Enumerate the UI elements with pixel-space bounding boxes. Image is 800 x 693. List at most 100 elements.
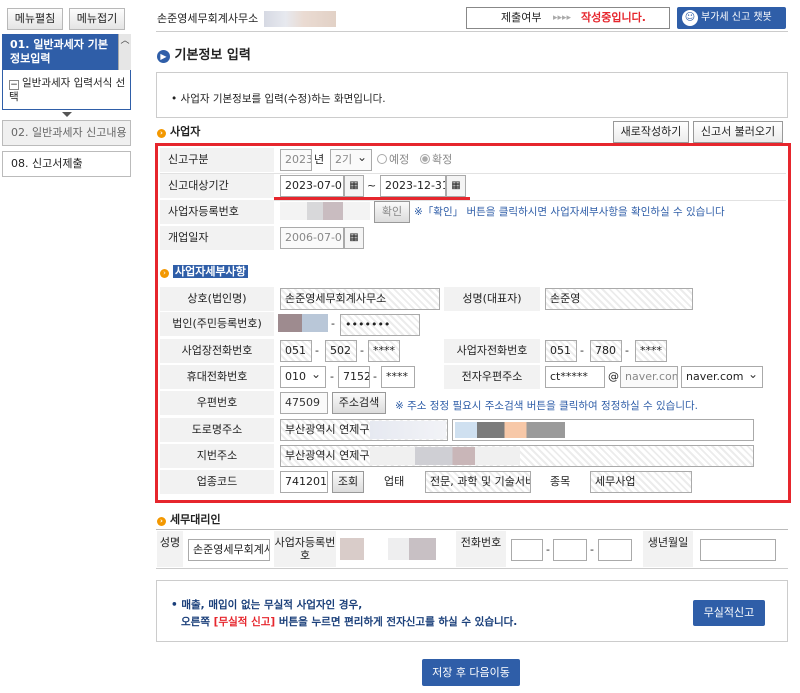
agent-phone-1[interactable]	[511, 539, 543, 561]
menu-collapse-button[interactable]: 메뉴접기	[69, 8, 125, 30]
mobile-prefix-value: 010	[285, 370, 306, 383]
arrow-right-icon: ▶	[157, 50, 170, 63]
corp-no-tail-input[interactable]: •••••••	[340, 314, 420, 336]
status-label: 제출여부	[501, 11, 542, 24]
status-arrows: ▸▸▸▸	[553, 13, 572, 23]
dash: -	[546, 543, 550, 556]
mobile-2[interactable]: 7152	[338, 366, 370, 388]
radio-final[interactable]: 확정	[420, 149, 452, 171]
dash: -	[330, 370, 334, 383]
office-name: 손준영세무회계사무소	[157, 12, 259, 25]
start-date-input[interactable]: 2023-07-01	[280, 175, 344, 197]
period-select[interactable]: 2기	[330, 149, 372, 171]
corp-no-label: 법인(주민등록번호)	[160, 312, 274, 336]
save-next-button[interactable]: 저장 후 다음이동	[422, 659, 520, 686]
agent-reg-label: 사업자등록번호	[274, 531, 336, 567]
dash: -	[331, 317, 335, 330]
bullet-icon: ›	[157, 129, 166, 138]
bullet-icon: ›	[157, 517, 166, 526]
section-agent: › 세무대리인	[157, 509, 221, 531]
open-date-input[interactable]: 2006-07-01	[280, 227, 344, 249]
agent-top-line	[156, 529, 788, 530]
dash: -	[625, 344, 629, 357]
chevron-up-icon: ︿	[120, 36, 130, 46]
masked-corp-no	[278, 314, 328, 332]
info-box: • 사업자 기본정보를 입력(수정)하는 화면입니다.	[156, 72, 788, 118]
no-performance-notice: • 매출, 매입이 없는 무실적 사업자인 경우, 오른쪽 [무실적 신고] 버…	[156, 580, 788, 642]
biz-phone-2[interactable]: 502	[325, 340, 357, 362]
lot-address-label: 지번주소	[160, 444, 274, 468]
year-field[interactable]: 2023	[280, 149, 312, 171]
email-id-input[interactable]: ct*****	[545, 366, 605, 388]
email-domain-select[interactable]: naver.com	[681, 366, 763, 388]
calendar-icon[interactable]: ▦	[344, 175, 364, 197]
agent-phone-label: 전화번호	[456, 531, 506, 567]
calendar-icon[interactable]: ▦	[344, 227, 364, 249]
email-domain-input[interactable]: naver.com	[620, 366, 678, 388]
report-type-label: 신고구분	[160, 148, 274, 172]
zip-input[interactable]: 47509	[280, 392, 328, 414]
sidebar-item-submit[interactable]: 08. 신고서제출	[2, 151, 131, 177]
op-phone-label: 사업자전화번호	[444, 339, 540, 363]
company-input[interactable]: 손준영세무회계사무소	[280, 288, 440, 310]
end-date-input[interactable]: 2023-12-31	[380, 175, 446, 197]
bullet-icon: ›	[160, 269, 169, 278]
op-phone-3[interactable]: ****	[635, 340, 667, 362]
lookup-button[interactable]: 조회	[332, 471, 364, 493]
sidebar-item-basic-info[interactable]: 01. 일반과세자 기본정보입력	[2, 34, 131, 70]
submission-status: 제출여부 ▸▸▸▸ 작성중입니다.	[466, 7, 670, 29]
status-value: 작성중입니다.	[581, 11, 646, 24]
industry-code-input[interactable]: 741201	[280, 471, 328, 493]
agent-name-input[interactable]: 손준영세무회계사	[188, 539, 270, 561]
date-range-tilde: ~	[367, 179, 377, 192]
calendar-icon[interactable]: ▦	[446, 175, 466, 197]
mobile-3[interactable]: ****	[381, 366, 415, 388]
no-performance-button[interactable]: 무실적신고	[693, 600, 765, 626]
agent-phone-2[interactable]	[553, 539, 587, 561]
dash: -	[360, 344, 364, 357]
menu-expand-button[interactable]: 메뉴펼침	[7, 8, 63, 30]
biz-phone-1[interactable]: 051	[280, 340, 312, 362]
mobile-label: 휴대전화번호	[160, 365, 274, 389]
item-input[interactable]: 세무사업	[590, 471, 692, 493]
radio-preliminary[interactable]: 예정	[377, 149, 409, 171]
mobile-prefix-select[interactable]: 010	[280, 366, 326, 388]
rep-input[interactable]: 손준영	[545, 288, 693, 310]
masked-road-address	[370, 421, 446, 439]
reg-no-label: 사업자등록번호	[160, 200, 274, 224]
confirm-button[interactable]: 확인	[374, 201, 410, 223]
masked-road-detail	[455, 422, 565, 438]
op-phone-1[interactable]: 051	[545, 340, 577, 362]
agent-phone-3[interactable]	[598, 539, 632, 561]
chatbot-button[interactable]: ☺ 부가세 신고 챗봇	[677, 7, 786, 29]
notice-line-2: 오른쪽 [무실적 신고] 버튼을 누르면 편리하게 전자신고를 하실 수 있습니…	[181, 616, 518, 628]
biz-type-input[interactable]: 전문, 과학 및 기술서비	[425, 471, 531, 493]
open-date-label: 개업일자	[160, 226, 274, 250]
sidebar-scroll-up[interactable]: ︿	[118, 34, 131, 70]
reg-note: ※「확인」 버튼을 클릭하시면 사업자세부사항을 확인하실 수 있습니다	[414, 206, 725, 218]
sidebar-subitem-label: 일반과세자 입력서식 선택	[9, 77, 126, 103]
sidebar-subitem-form-select[interactable]: − 일반과세자 입력서식 선택	[2, 70, 131, 110]
load-report-button[interactable]: 신고서 불러오기	[693, 121, 783, 143]
period-value: 2기	[335, 153, 353, 166]
chatbot-icon: ☺	[682, 10, 698, 26]
agent-name-label: 성명	[157, 531, 183, 567]
masked-lot-address	[370, 447, 520, 465]
info-text: • 사업자 기본정보를 입력(수정)하는 화면입니다.	[171, 93, 386, 105]
industry-label: 업종코드	[160, 470, 274, 494]
masked-user-info	[264, 11, 336, 27]
address-search-button[interactable]: 주소검색	[332, 392, 386, 414]
zip-note: ※ 주소 정정 필요시 주소검색 버튼을 클릭하여 정정하실 수 있습니다.	[395, 400, 698, 412]
chatbot-label: 부가세 신고 챗봇	[701, 12, 772, 23]
zip-label: 우편번호	[160, 391, 274, 415]
op-phone-2[interactable]: 780	[590, 340, 622, 362]
section-business: › 사업자	[157, 121, 200, 143]
year-suffix: 년	[314, 153, 325, 166]
new-report-button[interactable]: 새로작성하기	[613, 121, 689, 143]
road-address-label: 도로명주소	[160, 418, 274, 442]
sidebar-item-report-content[interactable]: 02. 일반과세자 신고내용	[2, 120, 131, 146]
rep-label: 성명(대표자)	[444, 287, 540, 311]
down-arrow-icon	[62, 112, 72, 117]
biz-phone-3[interactable]: ****	[368, 340, 400, 362]
agent-dob-input[interactable]	[700, 539, 776, 561]
